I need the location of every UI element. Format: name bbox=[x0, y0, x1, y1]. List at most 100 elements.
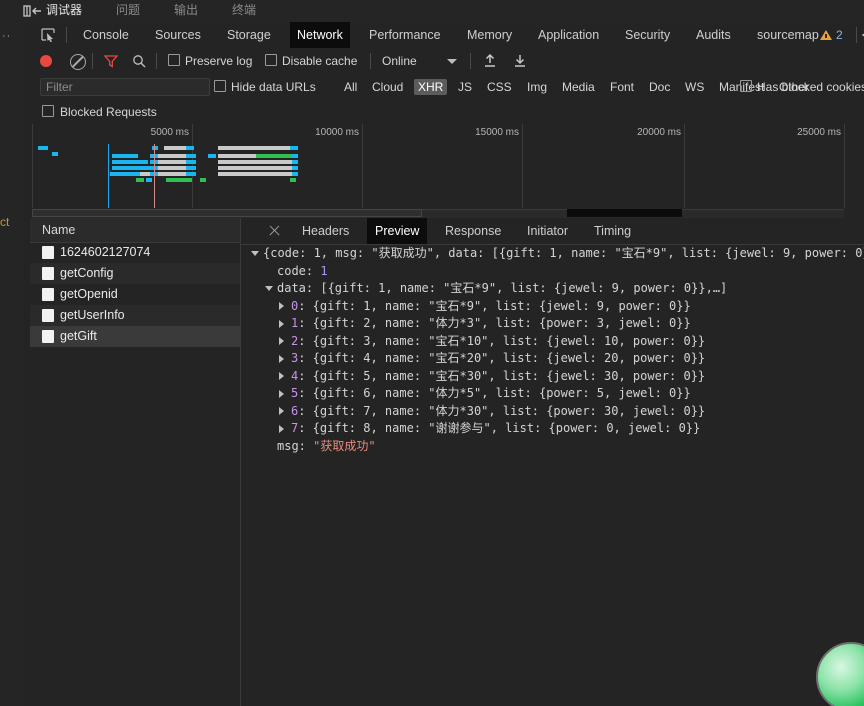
table-row[interactable]: getUserInfo bbox=[30, 305, 240, 326]
timeline-request-bar bbox=[112, 160, 148, 164]
tab-label: Security bbox=[625, 28, 671, 42]
tab-audits[interactable]: Audits bbox=[689, 22, 738, 48]
throttle-select[interactable]: Online bbox=[382, 54, 417, 68]
table-row[interactable]: getGift bbox=[30, 326, 240, 347]
detail-tab-response[interactable]: Response bbox=[437, 218, 509, 244]
tab-label: Application bbox=[538, 28, 600, 42]
json-tree-row[interactable]: {code: 1, msg: "获取成功", data: [{gift: 1, … bbox=[241, 245, 864, 263]
detail-tab-initiator[interactable]: Initiator bbox=[519, 218, 576, 244]
tab-sourcemap[interactable]: sourcemap bbox=[750, 22, 826, 48]
search-icon[interactable] bbox=[132, 54, 146, 71]
table-row[interactable]: 1624602127074 bbox=[30, 242, 240, 263]
filter-funnel-icon[interactable] bbox=[103, 54, 119, 71]
filter-type-ws[interactable]: WS bbox=[681, 79, 708, 95]
export-har-icon[interactable] bbox=[513, 54, 527, 71]
filter-type-img[interactable]: Img bbox=[523, 79, 551, 95]
tab-storage[interactable]: Storage bbox=[220, 22, 278, 48]
detail-tab-headers[interactable]: Headers bbox=[294, 218, 357, 244]
json-tree-row[interactable]: data: [{gift: 1, name: "宝石*9", list: {je… bbox=[241, 280, 864, 298]
blocked-requests-toggle[interactable]: Blocked Requests bbox=[42, 105, 157, 119]
chevron-down-icon[interactable] bbox=[447, 59, 457, 64]
tab-label: Audits bbox=[696, 28, 731, 42]
tab-sources[interactable]: Sources bbox=[148, 22, 208, 48]
clear-requests-icon[interactable] bbox=[70, 54, 86, 70]
json-preview-tree[interactable]: {code: 1, msg: "获取成功", data: [{gift: 1, … bbox=[241, 245, 864, 706]
network-overview-timeline[interactable]: 5000 ms 10000 ms 15000 ms 20000 ms 25000 ms bbox=[22, 124, 864, 209]
tab-network[interactable]: Network bbox=[290, 22, 350, 48]
warning-badge[interactable]: 2 bbox=[820, 22, 843, 48]
blocked-requests-checkbox[interactable] bbox=[42, 105, 54, 117]
json-tree-row[interactable]: 2: {gift: 3, name: "宝石*10", list: {jewel… bbox=[241, 333, 864, 351]
json-tree-row[interactable]: 1: {gift: 2, name: "体力*3", list: {power:… bbox=[241, 315, 864, 333]
request-name: getGift bbox=[60, 329, 97, 343]
disclosure-triangle-collapsed-icon[interactable] bbox=[279, 424, 284, 433]
filter-type-js[interactable]: JS bbox=[454, 79, 476, 95]
panel-tab-2[interactable]: 问题 bbox=[114, 1, 142, 22]
table-row[interactable]: getConfig bbox=[30, 263, 240, 284]
overview-splitter[interactable] bbox=[22, 208, 864, 218]
has-blocked-cookies-checkbox[interactable] bbox=[740, 80, 752, 92]
filter-type-doc[interactable]: Doc bbox=[645, 79, 674, 95]
disable-cache-checkbox[interactable] bbox=[265, 54, 277, 66]
json-tree-row[interactable]: 3: {gift: 4, name: "宝石*20", list: {jewel… bbox=[241, 350, 864, 368]
panel-tab-4[interactable]: 终端 bbox=[230, 1, 258, 22]
collapse-panel-icon[interactable] bbox=[22, 4, 44, 21]
json-tree-row[interactable]: code: 1 bbox=[241, 263, 864, 281]
panel-tab-3[interactable]: 输出 bbox=[172, 1, 200, 22]
json-token: data: [{gift: 1, name: bbox=[277, 281, 444, 295]
hide-data-urls-checkbox[interactable] bbox=[214, 80, 226, 92]
overview-scroll-thumb[interactable] bbox=[32, 209, 422, 217]
json-row-text: 7: {gift: 8, name: "谢谢参与", list: {power:… bbox=[291, 420, 700, 438]
overview-selection-marker[interactable] bbox=[567, 209, 682, 217]
disclosure-triangle-collapsed-icon[interactable] bbox=[279, 319, 284, 328]
preserve-log-checkbox[interactable] bbox=[168, 54, 180, 66]
timeline-gridline bbox=[684, 124, 685, 208]
json-tree-row[interactable]: msg: "获取成功" bbox=[241, 438, 864, 456]
json-tree-row[interactable]: 7: {gift: 8, name: "谢谢参与", list: {power:… bbox=[241, 420, 864, 438]
disclosure-triangle-expanded-icon[interactable] bbox=[265, 286, 273, 291]
disable-cache-toggle[interactable]: Disable cache bbox=[265, 54, 357, 68]
timeline-request-bar bbox=[52, 152, 58, 156]
tab-security[interactable]: Security bbox=[618, 22, 677, 48]
timeline-request-bar bbox=[290, 146, 298, 150]
tab-application[interactable]: Application bbox=[531, 22, 606, 48]
disclosure-triangle-collapsed-icon[interactable] bbox=[279, 302, 284, 310]
tab-performance[interactable]: Performance bbox=[362, 22, 448, 48]
disclosure-triangle-collapsed-icon[interactable] bbox=[279, 389, 284, 398]
filter-type-css[interactable]: CSS bbox=[483, 79, 516, 95]
disclosure-triangle-collapsed-icon[interactable] bbox=[279, 354, 284, 363]
disclosure-triangle-expanded-icon[interactable] bbox=[251, 251, 259, 256]
filter-input[interactable] bbox=[40, 78, 210, 96]
hide-data-urls-toggle[interactable]: Hide data URLs bbox=[214, 80, 316, 94]
json-tree-row[interactable]: 5: {gift: 6, name: "体力*5", list: {power:… bbox=[241, 385, 864, 403]
strip-side-text: ct bbox=[0, 215, 10, 229]
json-tree-row[interactable]: 4: {gift: 5, name: "宝石*30", list: {jewel… bbox=[241, 368, 864, 386]
record-button[interactable] bbox=[40, 55, 52, 67]
timeline-request-bar bbox=[218, 172, 292, 176]
disclosure-triangle-collapsed-icon[interactable] bbox=[279, 407, 284, 415]
panel-tab-label: 调试器 bbox=[46, 3, 83, 17]
filter-type-xhr[interactable]: XHR bbox=[414, 79, 448, 95]
request-name: getOpenid bbox=[60, 287, 118, 301]
json-token: "体力*5" bbox=[428, 386, 482, 400]
json-token: code: bbox=[277, 263, 321, 278]
tab-memory[interactable]: Memory bbox=[460, 22, 519, 48]
json-tree-row[interactable]: 0: {gift: 1, name: "宝石*9", list: {jewel:… bbox=[241, 298, 864, 316]
preserve-log-toggle[interactable]: Preserve log bbox=[168, 54, 252, 68]
has-blocked-cookies-toggle[interactable]: Has blocked cookies bbox=[740, 80, 864, 94]
filter-type-all[interactable]: All bbox=[340, 79, 361, 95]
import-har-icon[interactable] bbox=[483, 53, 497, 71]
detail-tab-timing[interactable]: Timing bbox=[586, 218, 639, 244]
filter-type-font[interactable]: Font bbox=[606, 79, 638, 95]
detail-tab-preview[interactable]: Preview bbox=[367, 218, 428, 244]
filter-type-media[interactable]: Media bbox=[558, 79, 599, 95]
disclosure-triangle-collapsed-icon[interactable] bbox=[279, 372, 284, 380]
inspect-element-icon[interactable] bbox=[38, 25, 60, 45]
panel-tab-1[interactable]: 调试器 bbox=[44, 1, 85, 23]
disclosure-triangle-collapsed-icon[interactable] bbox=[279, 337, 284, 345]
table-row[interactable]: getOpenid bbox=[30, 284, 240, 305]
filter-type-cloud[interactable]: Cloud bbox=[368, 79, 407, 95]
json-tree-row[interactable]: 6: {gift: 7, name: "体力*30", list: {power… bbox=[241, 403, 864, 421]
tab-console[interactable]: Console bbox=[76, 22, 136, 48]
close-icon[interactable] bbox=[268, 223, 282, 237]
